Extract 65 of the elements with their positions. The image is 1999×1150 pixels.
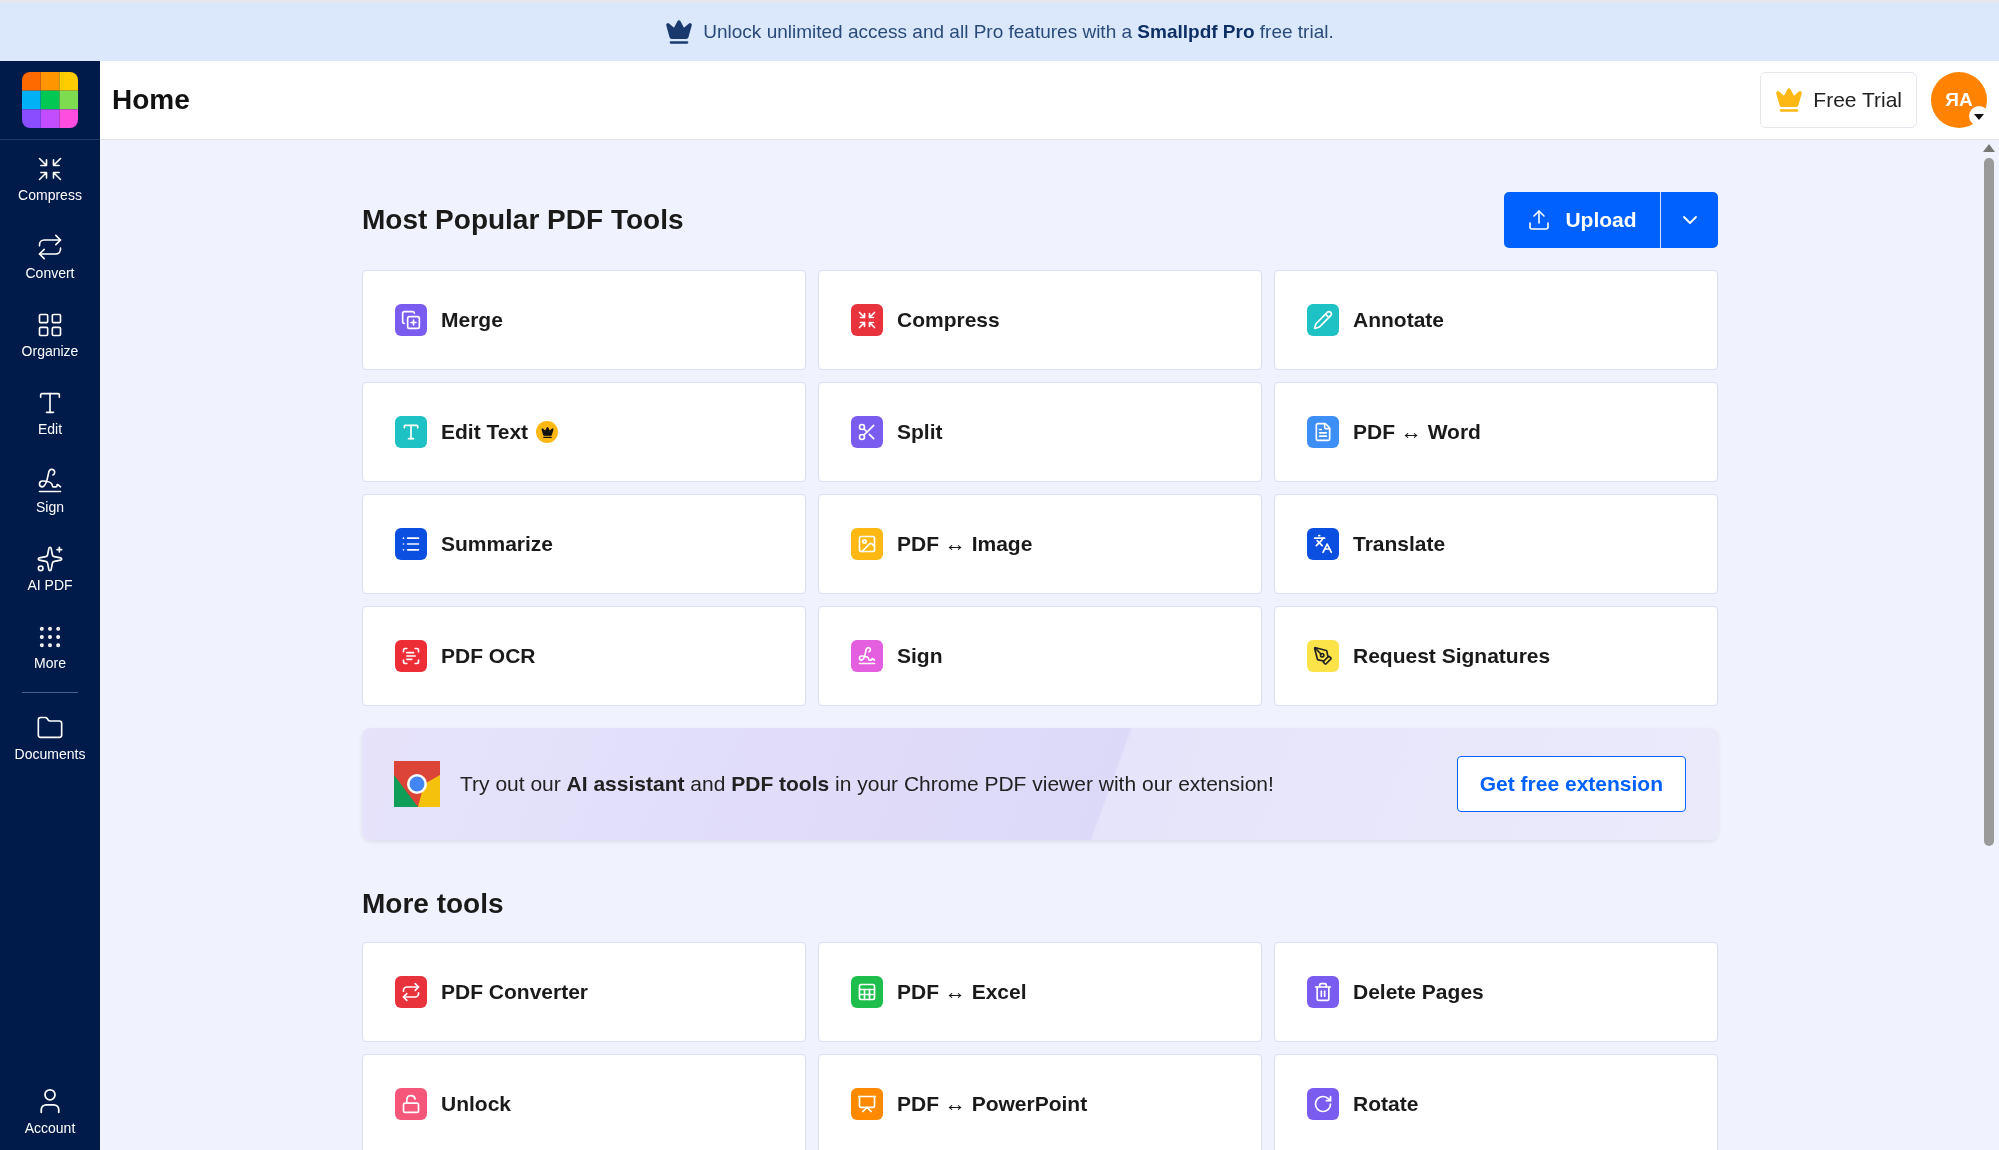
tool-card[interactable]: Request Signatures	[1274, 606, 1718, 706]
tool-label: Summarize	[441, 532, 554, 556]
tool-card[interactable]: PDF Converter	[362, 942, 806, 1042]
scroll-up-arrow-icon[interactable]	[1983, 144, 1995, 152]
tool-card[interactable]: Sign	[818, 606, 1262, 706]
tool-label: Rotate	[1353, 1092, 1419, 1116]
tool-label: Translate	[1353, 532, 1446, 556]
signature-icon	[36, 467, 64, 495]
tool-label: Compress	[897, 308, 1000, 332]
tool-label: PDF ↔ Image	[897, 532, 1033, 556]
sidebar-item[interactable]: Compress	[0, 140, 100, 218]
chrome-logo-icon	[394, 761, 440, 807]
upload-icon	[1527, 208, 1552, 232]
grid-icon	[36, 311, 64, 339]
section-title: Most Popular PDF Tools	[362, 204, 684, 236]
tool-card[interactable]: Split	[818, 382, 1262, 482]
promo-text: Unlock unlimited access and all Pro features with a Smallpdf Pro free trial.	[703, 21, 1334, 43]
tool-card[interactable]: PDF ↔ Excel	[818, 942, 1262, 1042]
tool-card[interactable]: PDF ↔ Word	[1274, 382, 1718, 482]
tool-card[interactable]: Translate	[1274, 494, 1718, 594]
tool-label: Split	[897, 420, 943, 444]
upload-button[interactable]: Upload	[1504, 192, 1661, 248]
crown-icon	[665, 18, 694, 46]
section-title: More tools	[362, 888, 505, 920]
tool-card[interactable]: Delete Pages	[1274, 942, 1718, 1042]
tool-label: Edit Text	[441, 420, 529, 444]
extension-text: Try out our AI assistant and PDF tools in your Chrome PDF viewer with our extension!	[460, 772, 1275, 796]
tool-label: Unlock	[441, 1092, 511, 1116]
tool-label: Request Signatures	[1353, 644, 1551, 668]
sidebar-item[interactable]: Edit	[0, 374, 100, 452]
app-logo[interactable]	[22, 72, 78, 128]
tool-card[interactable]: PDF OCR	[362, 606, 806, 706]
sidebar-item[interactable]: Documents	[0, 699, 100, 777]
tool-label: PDF Converter	[441, 980, 589, 1004]
tool-label: PDF OCR	[441, 644, 536, 668]
sidebar-item[interactable]: AI PDF	[0, 530, 100, 608]
crown-icon	[1775, 86, 1804, 114]
tool-label: Merge	[441, 308, 503, 332]
tool-card[interactable]: Annotate	[1274, 270, 1718, 370]
tool-card[interactable]: Rotate	[1274, 1054, 1718, 1150]
tool-label: PDF ↔ Word	[1353, 420, 1481, 444]
get-extension-button[interactable]: Get free extension	[1456, 756, 1686, 812]
sidebar-item[interactable]: Sign	[0, 452, 100, 530]
sidebar-item[interactable]: Organize	[0, 296, 100, 374]
tool-card[interactable]: Edit Text	[362, 382, 806, 482]
shrink-arrows-icon	[36, 155, 64, 183]
tool-card[interactable]: PDF ↔ PowerPoint	[818, 1054, 1262, 1150]
page-title: Home	[112, 84, 191, 116]
tool-card[interactable]: PDF ↔ Image	[818, 494, 1262, 594]
sparkles-icon	[36, 545, 64, 573]
sidebar-item[interactable]: More	[0, 608, 100, 686]
tool-card[interactable]: Summarize	[362, 494, 806, 594]
scrollbar-thumb[interactable]	[1984, 158, 1994, 846]
tool-label: PDF ↔ PowerPoint	[897, 1092, 1088, 1116]
tool-label: PDF ↔ Excel	[897, 980, 1027, 1004]
tool-label: Annotate	[1353, 308, 1444, 332]
account-item[interactable]: Account	[0, 1072, 100, 1150]
tool-label: Delete Pages	[1353, 980, 1484, 1004]
tool-card[interactable]: Unlock	[362, 1054, 806, 1150]
convert-arrows-icon	[36, 233, 64, 261]
sidebar-item[interactable]: Convert	[0, 218, 100, 296]
tool-card[interactable]: Compress	[818, 270, 1262, 370]
tool-card[interactable]: Merge	[362, 270, 806, 370]
free-trial-button[interactable]: Free Trial	[1760, 72, 1917, 128]
tool-label: Sign	[897, 644, 943, 668]
